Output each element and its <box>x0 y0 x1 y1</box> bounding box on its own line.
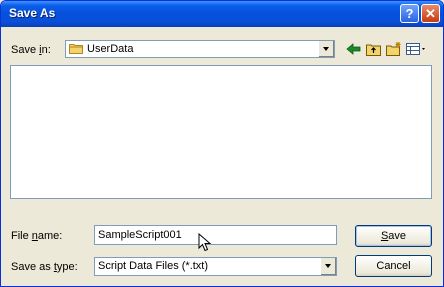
dialog-title: Save As <box>9 6 56 20</box>
mouse-pointer-icon <box>198 233 212 252</box>
file-name-input[interactable]: SampleScript001 <box>94 225 337 245</box>
chevron-down-icon[interactable] <box>320 258 336 275</box>
help-button[interactable]: ? <box>400 4 419 23</box>
back-arrow-icon[interactable] <box>345 41 363 57</box>
close-button[interactable]: ✕ <box>421 4 440 23</box>
save-in-dropdown[interactable]: UserData <box>65 40 335 58</box>
save-as-type-value: Script Data Files (*.txt) <box>98 260 209 272</box>
folder-icon <box>69 44 83 54</box>
title-bar[interactable]: Save As ? ✕ <box>1 1 443 27</box>
file-name-value: SampleScript001 <box>98 229 182 241</box>
file-list[interactable] <box>10 65 432 199</box>
save-as-dialog: Save As ? ✕ Save in: UserData File name:… <box>0 0 444 287</box>
create-new-folder-icon[interactable] <box>385 41 403 57</box>
file-name-label: File name: <box>11 230 63 242</box>
chevron-down-icon[interactable] <box>318 41 334 57</box>
save-in-label: Save in: <box>11 44 51 56</box>
save-button[interactable]: Save <box>355 225 432 247</box>
save-in-value: UserData <box>87 43 134 55</box>
up-one-level-icon[interactable] <box>365 41 383 57</box>
save-as-type-dropdown[interactable]: Script Data Files (*.txt) <box>94 257 337 276</box>
cancel-button[interactable]: Cancel <box>355 255 432 277</box>
save-as-type-label: Save as type: <box>11 261 78 273</box>
view-menu-icon[interactable] <box>405 41 429 57</box>
